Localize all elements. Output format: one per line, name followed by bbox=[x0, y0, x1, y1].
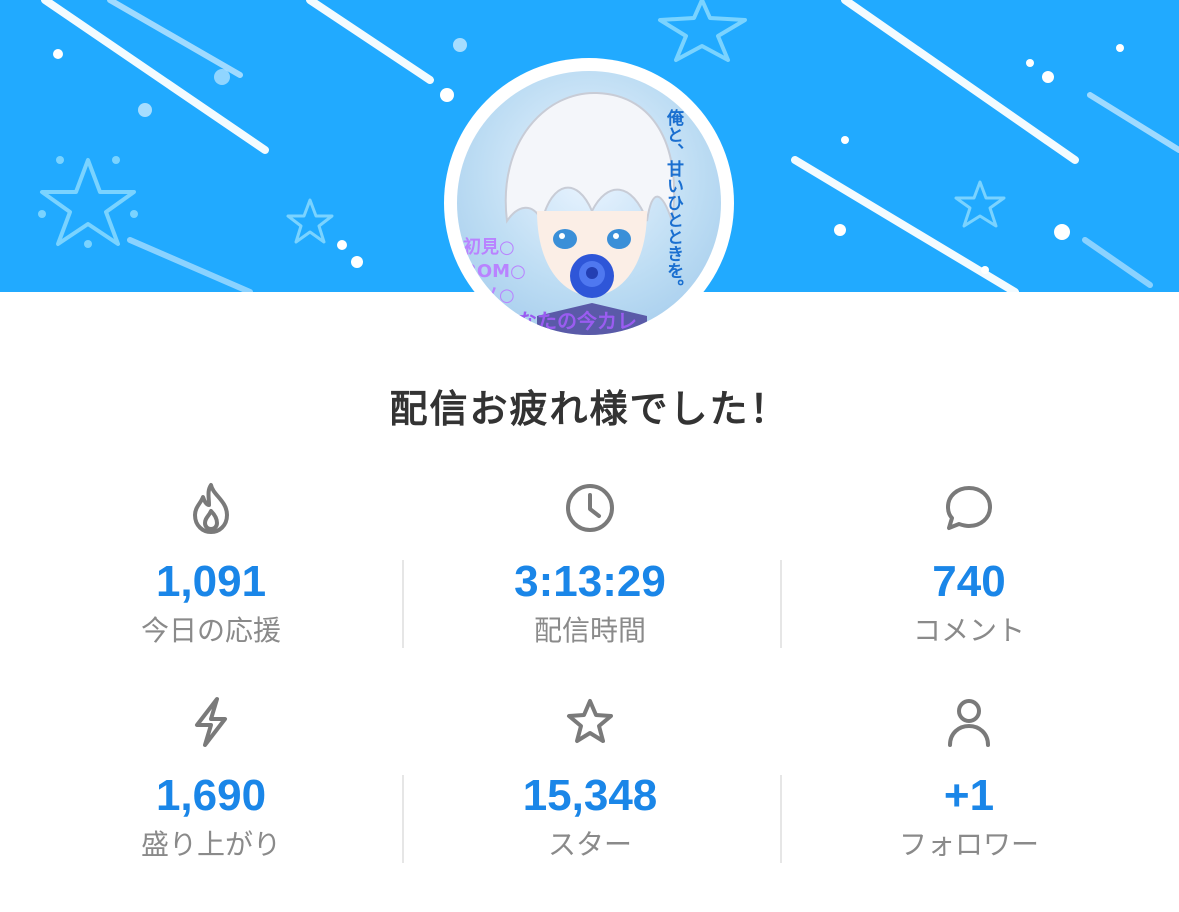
stat-label: 配信時間 bbox=[533, 614, 646, 647]
stat-cheers-today: 1,091 今日の応援 bbox=[61, 478, 361, 648]
stat-label: 今日の応援 bbox=[140, 614, 281, 647]
stats-divider bbox=[780, 560, 782, 648]
avatar-vertical-text: 俺と、甘いひとときを。 bbox=[663, 109, 683, 296]
stat-value: 1,690 bbox=[155, 771, 267, 820]
stat-stream-duration: 3:13:29 配信時間 bbox=[440, 478, 740, 648]
avatar-left-text-1: 初見○ bbox=[463, 237, 515, 258]
stat-stars: 15,348 スター bbox=[440, 692, 740, 862]
person-icon bbox=[819, 692, 1119, 752]
stat-value: 15,348 bbox=[522, 771, 658, 820]
stat-value: 740 bbox=[932, 557, 1006, 606]
avatar-left-text-2: ROM○ bbox=[463, 261, 526, 282]
stream-stats: 1,091 今日の応援 3:13:29 配信時間 740 コメント 1,690 bbox=[0, 470, 1179, 890]
flame-icon bbox=[61, 478, 361, 538]
stat-label: フォロワー bbox=[898, 828, 1039, 861]
stat-label: 盛り上がり bbox=[140, 828, 281, 861]
clock-icon bbox=[440, 478, 740, 538]
stat-label: スター bbox=[547, 828, 632, 861]
stats-divider bbox=[402, 775, 404, 863]
stat-value: 3:13:29 bbox=[514, 557, 666, 606]
stat-value: +1 bbox=[943, 771, 995, 820]
stats-divider bbox=[780, 775, 782, 863]
stream-finished-title: 配信お疲れ様でした！ bbox=[389, 387, 790, 431]
star-icon bbox=[440, 692, 740, 752]
avatar-bottom-text: あなたの今カレ bbox=[497, 309, 637, 333]
stats-divider bbox=[402, 560, 404, 648]
stat-comments: 740 コメント bbox=[819, 478, 1119, 648]
comment-bubble-icon bbox=[819, 478, 1119, 538]
lightning-icon bbox=[61, 692, 361, 752]
avatar-image: 俺と、甘いひとときを。 初見○ ROM○ カノ○ あなたの今カレ bbox=[457, 71, 721, 335]
stat-followers: +1 フォロワー bbox=[819, 692, 1119, 862]
avatar-left-text-3: カノ○ bbox=[463, 285, 515, 306]
stat-excitement: 1,690 盛り上がり bbox=[61, 692, 361, 862]
stat-value: 1,091 bbox=[155, 557, 267, 606]
stat-label: コメント bbox=[912, 614, 1025, 647]
streamer-avatar[interactable]: 俺と、甘いひとときを。 初見○ ROM○ カノ○ あなたの今カレ bbox=[444, 58, 734, 348]
